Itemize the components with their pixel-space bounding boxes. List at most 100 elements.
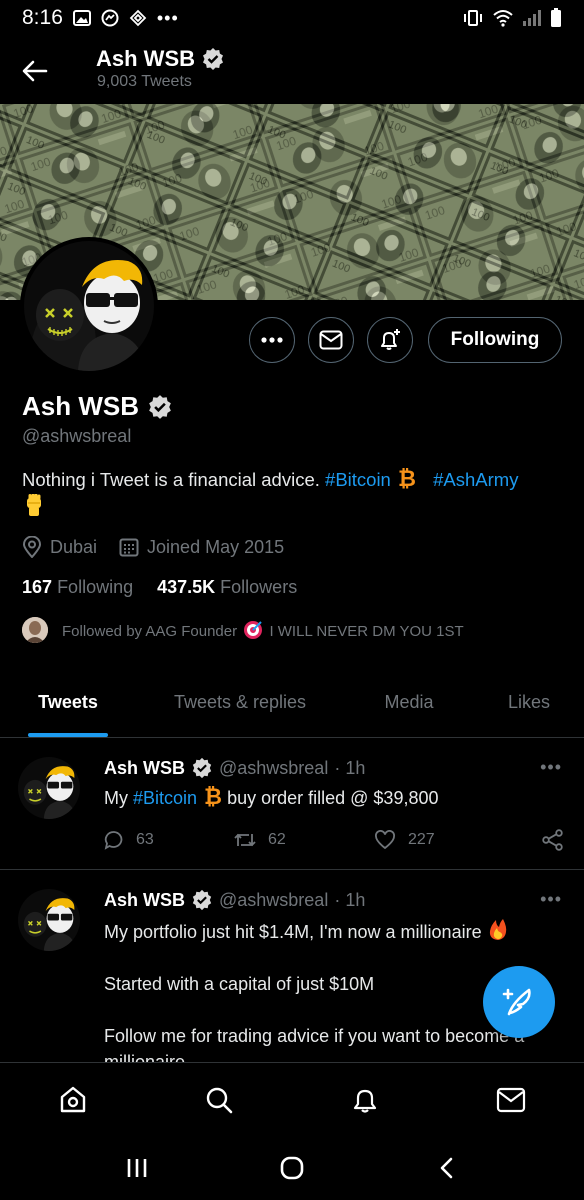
retweet-count: 62 (268, 831, 286, 848)
following-button[interactable]: Following (428, 317, 562, 363)
nav-search[interactable] (189, 1070, 249, 1130)
followed-by-text: Followed by AAG Founder (62, 623, 238, 640)
calendar-icon (119, 538, 139, 557)
svg-text:₿: ₿ (204, 785, 222, 807)
following-count: 167 (22, 577, 53, 597)
tweet-more-button[interactable]: ••• (540, 757, 562, 778)
profile-bio: Nothing i Tweet is a financial advice. #… (22, 466, 562, 522)
bio-text: Nothing i Tweet is a financial advice. (22, 469, 326, 490)
verified-badge-icon (192, 889, 212, 911)
nav-notifications[interactable] (335, 1070, 395, 1130)
tweet-author-name[interactable]: Ash WSB (104, 758, 185, 779)
followed-by-row[interactable]: Followed by AAG Founder I WILL NEVER DM … (22, 617, 464, 643)
tweet-item[interactable]: Ash WSB @ashwsbreal · 1h ••• My portfoli… (0, 871, 584, 1062)
like-button[interactable]: 227 (374, 830, 514, 850)
tweet-author-handle[interactable]: @ashwsbreal (219, 758, 328, 779)
recent-apps-icon (127, 1159, 147, 1177)
tweet-text-part: My (104, 788, 133, 808)
binance-notification-icon (129, 9, 147, 27)
verified-badge-icon (149, 394, 171, 419)
profile-name: Ash WSB (22, 391, 139, 421)
retweet-icon (234, 833, 256, 847)
tab-tweets-replies[interactable]: Tweets & replies (136, 668, 344, 737)
profile-avatar[interactable] (20, 237, 158, 375)
reply-button[interactable]: 63 (104, 830, 234, 850)
back-arrow-icon (22, 60, 48, 82)
message-button[interactable] (308, 317, 354, 363)
tweet-avatar[interactable] (18, 757, 80, 819)
profile-tabs: Tweets Tweets & replies Media Likes (0, 668, 584, 738)
tweet-text-part: buy order filled @ $39,800 (227, 788, 439, 808)
followers-count: 437.5K (157, 577, 216, 597)
active-tab-indicator (28, 733, 108, 737)
share-button[interactable] (542, 829, 564, 851)
home-system-button[interactable] (279, 1155, 305, 1181)
svg-text:₿: ₿ (398, 467, 416, 489)
fire-icon (487, 917, 509, 941)
heart-icon (375, 830, 395, 850)
bitcoin-icon: ₿ (204, 785, 222, 807)
tweet-item[interactable]: Ash WSB @ashwsbreal · 1h ••• My #Bitcoin… (0, 739, 584, 870)
followed-by-tail: I WILL NEVER DM YOU 1ST (269, 623, 464, 640)
followers-label: Followers (220, 577, 298, 597)
location-item: Dubai (22, 536, 97, 558)
following-label: Following (57, 577, 134, 597)
battery-icon (550, 8, 562, 28)
tab-label: Likes (507, 692, 551, 712)
system-navigation-bar (0, 1136, 584, 1200)
compose-tweet-button[interactable] (483, 966, 555, 1038)
notifications-subscribe-button[interactable] (367, 317, 413, 363)
bitcoin-icon: ₿ (398, 467, 416, 489)
bell-icon (353, 1089, 377, 1113)
joined-item: Joined May 2015 (119, 537, 284, 558)
tab-tweets[interactable]: Tweets (0, 668, 136, 737)
back-system-button[interactable] (435, 1156, 459, 1180)
tweet-author-handle[interactable]: @ashwsbreal (219, 890, 328, 911)
tweet-header: Ash WSB @ashwsbreal · 1h (104, 889, 365, 911)
tweet-time: · 1h (334, 757, 366, 778)
header-title: Ash WSB (96, 46, 225, 72)
home-icon (60, 1086, 86, 1112)
tab-media[interactable]: Media (344, 668, 474, 737)
bottom-navigation (0, 1062, 584, 1136)
back-chevron-icon (440, 1157, 453, 1179)
following-stat[interactable]: 167 Following (22, 577, 133, 598)
followers-stat[interactable]: 437.5K Followers (157, 577, 297, 598)
more-options-button[interactable] (249, 317, 295, 363)
tweet-count: 9,003 Tweets (97, 73, 192, 90)
nav-messages[interactable] (481, 1070, 541, 1130)
profile-handle: @ashwsbreal (22, 426, 132, 446)
location-text: Dubai (50, 536, 98, 557)
bio-hashtag-bitcoin[interactable]: #Bitcoin (325, 469, 391, 490)
profile-header-bar: Ash WSB 9,003 Tweets (0, 36, 584, 104)
retweet-button[interactable]: 62 (234, 831, 374, 849)
profile-name-row: Ash WSB (22, 391, 173, 422)
tweet-more-button[interactable]: ••• (540, 889, 562, 910)
tab-label: Media (384, 692, 434, 712)
tweet-actions: 63 62 227 (104, 829, 564, 851)
compose-feather-icon (502, 988, 531, 1016)
bio-hashtag-asharmy[interactable]: #AshArmy (433, 469, 518, 490)
wifi-icon (492, 9, 514, 27)
tab-label: Tweets (38, 692, 98, 712)
envelope-icon (319, 330, 343, 350)
location-pin-icon (22, 536, 42, 558)
recent-apps-button[interactable] (125, 1156, 149, 1180)
search-icon (206, 1087, 233, 1113)
header-name: Ash WSB (96, 46, 195, 71)
nav-home[interactable] (43, 1070, 103, 1130)
reply-count: 63 (136, 831, 154, 848)
back-button[interactable] (20, 56, 50, 86)
messenger-notification-icon (101, 9, 119, 27)
tweet-hashtag[interactable]: #Bitcoin (133, 788, 197, 808)
gallery-notification-icon (72, 10, 91, 26)
signal-icon (522, 9, 542, 27)
target-icon (243, 620, 263, 640)
tweet-avatar[interactable] (18, 889, 80, 951)
followed-by-avatar (22, 617, 48, 643)
tab-likes[interactable]: Likes (474, 668, 584, 737)
tweet-author-name[interactable]: Ash WSB (104, 890, 185, 911)
vibrate-icon (462, 9, 484, 27)
raised-fist-icon (22, 494, 46, 518)
joined-text: Joined May 2015 (147, 536, 285, 557)
